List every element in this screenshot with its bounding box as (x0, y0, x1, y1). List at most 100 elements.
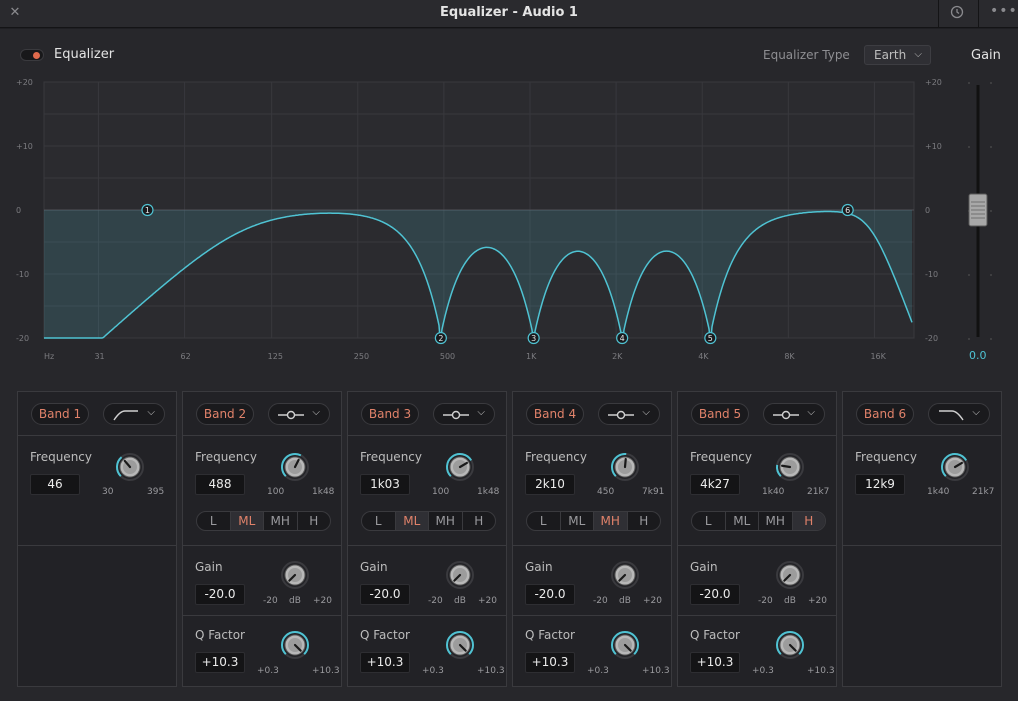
frequency-value-field[interactable]: 488 (195, 474, 245, 495)
range-option-ml[interactable]: ML (395, 512, 429, 530)
q-factor-knob[interactable] (445, 630, 475, 660)
frequency-value-field[interactable]: 4k27 (690, 474, 740, 495)
y-tick-label-right: +10 (925, 142, 942, 151)
band-marker-1[interactable]: 1 (141, 203, 154, 217)
range-option-ml[interactable]: ML (561, 512, 594, 530)
band-name-button[interactable]: Band 5 (691, 403, 749, 425)
chevron-down-icon: ⌵ (147, 407, 155, 418)
gain-knob[interactable] (280, 560, 310, 590)
frequency-range-selector[interactable]: L ML MH H (196, 511, 331, 531)
frequency-value-field[interactable]: 46 (30, 474, 80, 495)
chevron-down-icon: ⌵ (914, 49, 922, 60)
eq-response-graph[interactable]: +20 +20+10 +100 0-10 -10-20 -20Hz 31 62 125 250 50… (0, 74, 960, 374)
x-tick-label: 62 (181, 352, 191, 361)
frequency-range-selector[interactable]: L ML MH H (526, 511, 661, 531)
gain-unit: dB (289, 596, 301, 606)
gain-value-field[interactable]: -20.0 (195, 584, 245, 605)
band-header: Band 6 ⌵ (843, 392, 1001, 436)
chevron-down-icon: ⌵ (807, 407, 815, 418)
gain-label: Gain (690, 560, 718, 574)
filter-type-select[interactable]: ⌵ (103, 403, 165, 425)
q-factor-min: +0.3 (257, 666, 279, 676)
equalizer-panel: Equalizer Equalizer Type Earth ⌵ Gain +2… (0, 29, 1018, 701)
range-option-h[interactable]: H (298, 512, 331, 530)
band-name-button[interactable]: Band 4 (526, 403, 584, 425)
q-factor-value-field[interactable]: +10.3 (525, 652, 575, 673)
band-name-button[interactable]: Band 2 (196, 403, 254, 425)
band-name-button[interactable]: Band 3 (361, 403, 419, 425)
frequency-min: 100 (267, 487, 285, 497)
q-factor-min: +0.3 (752, 666, 774, 676)
more-options-icon[interactable]: ••• (990, 3, 1018, 19)
filter-type-select[interactable]: ⌵ (598, 403, 660, 425)
equalizer-type-select[interactable]: Earth ⌵ (864, 45, 931, 65)
range-option-l[interactable]: L (527, 512, 561, 530)
chevron-down-icon: ⌵ (312, 407, 320, 418)
range-option-l[interactable]: L (197, 512, 231, 530)
range-option-ml[interactable]: ML (230, 512, 264, 530)
frequency-value-field[interactable]: 1k03 (360, 474, 410, 495)
range-option-mh[interactable]: MH (264, 512, 298, 530)
frequency-label: Frequency (30, 450, 92, 464)
range-option-mh[interactable]: MH (759, 512, 793, 530)
band-marker-2[interactable]: 2 (434, 331, 447, 345)
gain-value-field[interactable]: -20.0 (690, 584, 740, 605)
frequency-knob[interactable] (775, 452, 805, 482)
equalizer-enable-toggle[interactable] (20, 49, 44, 61)
q-factor-label: Q Factor (195, 628, 245, 642)
band-marker-5[interactable]: 5 (704, 331, 717, 345)
y-tick-label-right: -10 (925, 270, 938, 279)
range-option-h[interactable]: H (628, 512, 661, 530)
frequency-range-selector[interactable]: L ML MH H (361, 511, 496, 531)
filter-type-select[interactable]: ⌵ (268, 403, 330, 425)
frequency-value-field[interactable]: 2k10 (525, 474, 575, 495)
range-option-h[interactable]: H (792, 512, 825, 530)
gain-knob[interactable] (610, 560, 640, 590)
band-header: Band 2 ⌵ (183, 392, 341, 436)
q-factor-label: Q Factor (690, 628, 740, 642)
range-option-h[interactable]: H (463, 512, 496, 530)
frequency-max: 395 (147, 487, 165, 497)
q-factor-min: +0.3 (587, 666, 609, 676)
band-name-button[interactable]: Band 6 (856, 403, 914, 425)
range-option-mh[interactable]: MH (594, 512, 628, 530)
gain-knob[interactable] (445, 560, 475, 590)
filter-type-select[interactable]: ⌵ (928, 403, 990, 425)
band-marker-label: 2 (438, 334, 443, 343)
range-option-l[interactable]: L (362, 512, 396, 530)
frequency-knob[interactable] (115, 452, 145, 482)
gain-knob[interactable] (775, 560, 805, 590)
q-factor-value-field[interactable]: +10.3 (360, 652, 410, 673)
range-option-mh[interactable]: MH (429, 512, 463, 530)
band-marker-label: 1 (145, 206, 150, 215)
gain-value-field[interactable]: -20.0 (525, 584, 575, 605)
frequency-knob[interactable] (445, 452, 475, 482)
q-factor-knob[interactable] (775, 630, 805, 660)
q-factor-knob[interactable] (280, 630, 310, 660)
q-factor-value-field[interactable]: +10.3 (690, 652, 740, 673)
band-panel-1: Band 1 ⌵ Frequency 46 30 395 (17, 391, 177, 687)
title-bar: ✕ Equalizer - Audio 1 ••• (0, 0, 1018, 28)
frequency-knob[interactable] (280, 452, 310, 482)
band-marker-4[interactable]: 4 (616, 331, 629, 345)
gain-slider-handle[interactable] (968, 193, 988, 227)
range-option-l[interactable]: L (692, 512, 726, 530)
gain-value-field[interactable]: -20.0 (360, 584, 410, 605)
x-tick-label: 125 (268, 352, 283, 361)
frequency-knob[interactable] (610, 452, 640, 482)
master-gain-slider[interactable] (962, 77, 1002, 367)
band-marker-6[interactable]: 6 (841, 203, 854, 217)
filter-type-select[interactable]: ⌵ (433, 403, 495, 425)
frequency-range-selector[interactable]: L ML MH H (691, 511, 826, 531)
frequency-value-field[interactable]: 12k9 (855, 474, 905, 495)
frequency-knob[interactable] (940, 452, 970, 482)
q-factor-knob[interactable] (610, 630, 640, 660)
filter-type-select[interactable]: ⌵ (763, 403, 825, 425)
range-option-ml[interactable]: ML (726, 512, 759, 530)
band-marker-3[interactable]: 3 (527, 331, 540, 345)
band-name-button[interactable]: Band 1 (31, 403, 89, 425)
x-tick-label: 2K (612, 352, 623, 361)
history-icon[interactable] (950, 5, 964, 23)
gain-section: Gain -20.0 -20 dB +20 (348, 546, 506, 616)
q-factor-value-field[interactable]: +10.3 (195, 652, 245, 673)
